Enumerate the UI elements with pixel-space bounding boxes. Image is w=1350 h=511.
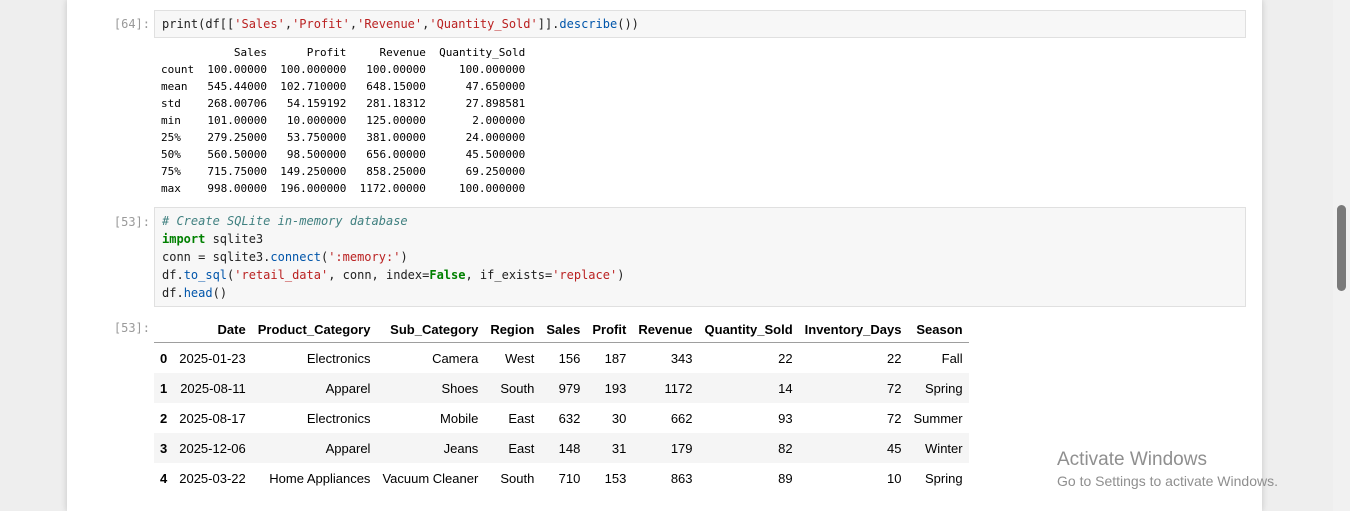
row-index: 0 [160, 350, 168, 366]
table-cell: 45 [887, 440, 902, 456]
table-cell: Vacuum Cleaner [382, 470, 479, 486]
table-cell: South [500, 380, 535, 396]
table-cell: 2025-08-11 [180, 380, 246, 396]
output-line: 25% 279.25000 53.750000 381.00000 24.000… [161, 131, 526, 144]
table-cell: 2025-01-23 [179, 350, 246, 366]
code-line: print(df[['Sales','Profit','Revenue','Qu… [162, 17, 639, 31]
column-header: Region [484, 316, 541, 343]
cell-prompt: [64]: [113, 17, 150, 31]
table-cell: 72 [887, 380, 902, 396]
table-header-row: Date Product_Category Sub_Category Regio… [154, 316, 969, 343]
code-cell-input[interactable]: # Create SQLite in-memory database impor… [154, 207, 1246, 307]
index-header [154, 316, 174, 343]
table-cell: Mobile [440, 410, 479, 426]
column-header: Revenue [632, 316, 699, 343]
table-row: 4 2025-03-22 Home Appliances Vacuum Clea… [154, 463, 969, 493]
column-header: Sales [540, 316, 587, 343]
scrollbar-thumb[interactable] [1337, 205, 1346, 291]
output-line: Sales Profit Revenue Quantity_Sold [161, 46, 526, 59]
table-cell: 22 [778, 350, 793, 366]
table-cell: 1172 [664, 380, 693, 396]
code-line: import sqlite3 [162, 232, 264, 246]
table-cell: East [508, 440, 535, 456]
table-cell: 153 [604, 470, 627, 486]
output-line: 50% 560.50000 98.500000 656.00000 45.500… [161, 148, 526, 161]
table-cell: 710 [558, 470, 581, 486]
table-cell: Shoes [441, 380, 479, 396]
table-cell: 863 [670, 470, 693, 486]
code-line: conn = sqlite3.connect(':memory:') [162, 250, 408, 264]
output-prompt: [53]: [113, 321, 150, 335]
table-cell: 2025-08-17 [179, 410, 246, 426]
table-row: 2 2025-08-17 Electronics Mobile East 632… [154, 403, 969, 433]
table-cell: 30 [611, 410, 627, 426]
table-cell: 22 [887, 350, 902, 366]
column-header: Quantity_Sold [698, 316, 799, 343]
output-line: std 268.00706 54.159192 281.18312 27.898… [161, 97, 526, 110]
code-line: df.to_sql('retail_data', conn, index=Fal… [162, 268, 625, 282]
table-cell: 632 [558, 410, 581, 426]
table-cell: 89 [778, 470, 793, 486]
table-cell: Spring [925, 380, 963, 396]
column-header: Date [173, 316, 252, 343]
table-cell: 187 [604, 350, 627, 366]
watermark-title: Activate Windows [1057, 449, 1207, 470]
table-cell: 179 [670, 440, 693, 456]
vertical-scrollbar[interactable] [1333, 0, 1350, 511]
table-cell: 156 [558, 350, 581, 366]
table-cell: East [508, 410, 535, 426]
output-line: count 100.00000 100.000000 100.00000 100… [161, 63, 526, 76]
table-row: 1 2025-08-11 Apparel Shoes South 979 193… [154, 373, 969, 403]
table-cell: Electronics [306, 350, 371, 366]
table-cell: 2025-03-22 [179, 470, 246, 486]
row-index: 2 [160, 410, 168, 426]
row-index: 4 [160, 470, 168, 486]
column-header: Product_Category [251, 316, 377, 343]
table-cell: 979 [558, 380, 581, 396]
table-cell: Apparel [325, 440, 371, 456]
cell-prompt: [53]: [113, 215, 150, 229]
table-cell: 93 [778, 410, 793, 426]
column-header: Inventory_Days [798, 316, 908, 343]
table-cell: 14 [778, 380, 793, 396]
table-cell: Apparel [325, 380, 371, 396]
table-cell: 193 [604, 380, 627, 396]
table-cell: Jeans [443, 440, 479, 456]
column-header: Profit [586, 316, 633, 343]
code-comment: # Create SQLite in-memory database [162, 214, 408, 228]
output-line: 75% 715.75000 149.250000 858.25000 69.25… [161, 165, 526, 178]
row-index: 3 [160, 440, 168, 456]
table-cell: 72 [887, 410, 902, 426]
table-cell: Fall [941, 350, 963, 366]
output-line: min 101.00000 10.000000 125.00000 2.0000… [161, 114, 526, 127]
table-cell: Summer [913, 410, 963, 426]
column-header: Season [907, 316, 969, 343]
table-cell: 148 [558, 440, 581, 456]
table-row: 3 2025-12-06 Apparel Jeans East 148 31 1… [154, 433, 969, 463]
code-line: df.head() [162, 286, 228, 300]
table-cell: Home Appliances [269, 470, 371, 486]
table-cell: 343 [670, 350, 693, 366]
table-cell: Electronics [306, 410, 371, 426]
table-cell: Winter [925, 440, 963, 456]
row-index: 1 [160, 380, 168, 396]
table-cell: South [500, 470, 535, 486]
watermark-subtitle: Go to Settings to activate Windows. [1057, 473, 1278, 489]
table-cell: West [504, 350, 535, 366]
table-cell: 31 [611, 440, 627, 456]
table-cell: Spring [925, 470, 963, 486]
table-cell: 82 [778, 440, 793, 456]
table-cell: Camera [432, 350, 479, 366]
column-header: Sub_Category [376, 316, 485, 343]
table-cell: 662 [670, 410, 693, 426]
output-line: mean 545.44000 102.710000 648.15000 47.6… [161, 80, 526, 93]
table-cell: 10 [887, 470, 902, 486]
code-cell-input[interactable]: print(df[['Sales','Profit','Revenue','Qu… [154, 10, 1246, 38]
table-cell: 2025-12-06 [179, 440, 246, 456]
dataframe-table: Date Product_Category Sub_Category Regio… [154, 316, 969, 493]
activate-windows-watermark: Activate Windows Go to Settings to activ… [1057, 449, 1278, 491]
output-line: max 998.00000 196.000000 1172.00000 100.… [161, 182, 526, 195]
table-row: 0 2025-01-23 Electronics Camera West 156… [154, 343, 969, 374]
